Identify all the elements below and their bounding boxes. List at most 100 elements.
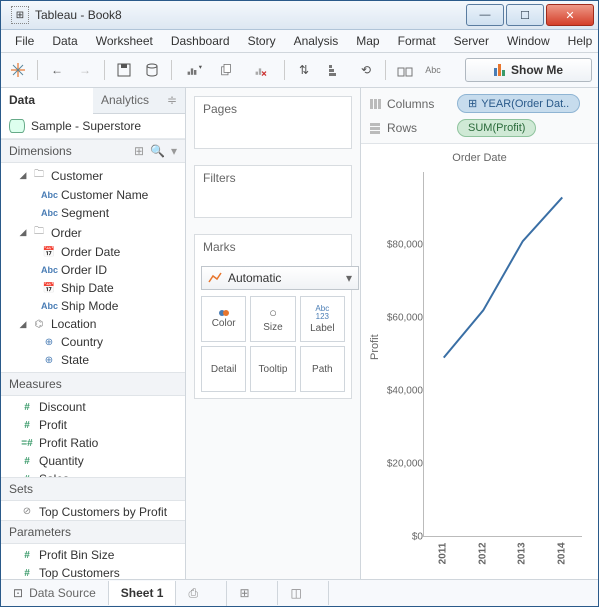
pill-year-order-date[interactable]: ⊞YEAR(Order Dat..	[457, 94, 580, 113]
field-state[interactable]: ⊕State	[1, 351, 185, 369]
folder-location[interactable]: ◢⌬Location	[1, 315, 185, 333]
maximize-button[interactable]: ☐	[506, 4, 544, 26]
field-profit-bin-size[interactable]: #Profit Bin Size	[1, 546, 185, 564]
field-customer-name[interactable]: AbcCustomer Name	[1, 186, 185, 204]
field-label: Ship Mode	[61, 299, 118, 313]
field-label: Profit Bin Size	[39, 548, 114, 562]
dropdown-icon[interactable]: ▾	[171, 144, 177, 158]
path-button[interactable]: Path	[300, 346, 345, 392]
globe-icon: ⊕	[41, 355, 57, 366]
field-label: Quantity	[39, 454, 84, 468]
field-top-customers-param[interactable]: #Top Customers	[1, 564, 185, 579]
menu-server[interactable]: Server	[446, 31, 497, 51]
detail-button[interactable]: Detail	[201, 346, 246, 392]
field-segment[interactable]: AbcSegment	[1, 204, 185, 222]
field-label: Top Customers by Profit	[39, 505, 167, 519]
new-story-icon[interactable]: ◫	[278, 581, 329, 605]
new-worksheet-icon[interactable]: ⎙	[176, 581, 227, 606]
field-profit[interactable]: #Profit	[1, 416, 185, 434]
filters-shelf[interactable]: Filters	[194, 165, 352, 218]
color-button[interactable]: Color	[201, 296, 246, 342]
pages-label: Pages	[195, 97, 351, 122]
sets-header: Sets	[1, 477, 185, 501]
field-top-customers-set[interactable]: ⊘ Top Customers by Profit	[1, 503, 185, 520]
new-dashboard-icon[interactable]: ⊞	[227, 581, 278, 605]
parameters-header: Parameters	[1, 520, 185, 544]
back-icon[interactable]: ←	[46, 59, 68, 81]
tab-datasource[interactable]: ⊡Data Source	[1, 581, 109, 605]
field-order-id[interactable]: AbcOrder ID	[1, 261, 185, 279]
new-datasource-icon[interactable]	[141, 59, 163, 81]
menu-dashboard[interactable]: Dashboard	[163, 31, 238, 51]
datasource-icon: ⊡	[13, 586, 23, 600]
menu-worksheet[interactable]: Worksheet	[88, 31, 161, 51]
columns-label: Columns	[369, 97, 449, 111]
app-icon: ⊞	[11, 6, 29, 24]
number-icon: #	[19, 568, 35, 579]
mark-label: Color	[212, 318, 236, 329]
menu-story[interactable]: Story	[240, 31, 284, 51]
menu-map[interactable]: Map	[348, 31, 387, 51]
field-sales[interactable]: #Sales	[1, 470, 185, 477]
parameters-label: Parameters	[9, 525, 71, 539]
menu-format[interactable]: Format	[390, 31, 444, 51]
separator	[104, 60, 105, 80]
toolbar: ← → ▾ ⇅ ⟲ Abc Show Me	[1, 53, 598, 88]
columns-shelf[interactable]: Columns ⊞YEAR(Order Dat..	[369, 94, 590, 113]
tab-label: Sheet 1	[121, 586, 164, 600]
tableau-logo-icon[interactable]	[7, 59, 29, 81]
field-quantity[interactable]: #Quantity	[1, 452, 185, 470]
size-button[interactable]: ○Size	[250, 296, 295, 342]
field-ship-date[interactable]: 📅Ship Date	[1, 279, 185, 297]
sort-desc-icon[interactable]: ⟲	[355, 59, 377, 81]
group-icon[interactable]	[394, 59, 416, 81]
search-icon[interactable]: 🔍	[150, 144, 165, 158]
duplicate-icon[interactable]	[214, 59, 242, 81]
pages-shelf[interactable]: Pages	[194, 96, 352, 149]
show-me-button[interactable]: Show Me	[465, 58, 592, 82]
marks-grid: Color ○Size Abc123Label Detail Tooltip P…	[201, 296, 345, 392]
labels-icon[interactable]: Abc	[422, 59, 444, 81]
menu-help[interactable]: Help	[560, 31, 599, 51]
swap-icon[interactable]: ⇅	[293, 59, 315, 81]
minimize-button[interactable]: —	[466, 4, 504, 26]
options-icon[interactable]: ⊞	[134, 144, 144, 158]
rows-shelf[interactable]: Rows SUM(Profit)	[369, 119, 590, 137]
tab-data[interactable]: Data	[1, 88, 93, 114]
menu-analysis[interactable]: Analysis	[286, 31, 347, 51]
field-country[interactable]: ⊕Country	[1, 333, 185, 351]
menu-file[interactable]: File	[7, 31, 42, 51]
expand-icon: ◢	[19, 170, 27, 181]
sort-asc-icon[interactable]	[321, 59, 349, 81]
new-worksheet-icon[interactable]: ▾	[180, 59, 208, 81]
set-icon: ⊘	[19, 506, 35, 517]
field-discount[interactable]: #Discount	[1, 398, 185, 416]
measures-tree: #Discount #Profit =#Profit Ratio #Quanti…	[1, 396, 185, 477]
chart-title: Order Date	[369, 148, 590, 168]
columns-icon	[369, 98, 381, 110]
folder-order[interactable]: ◢🗀Order	[1, 222, 185, 243]
menu-data[interactable]: Data	[44, 31, 85, 51]
tab-analytics[interactable]: Analytics≑	[93, 88, 185, 114]
menu-window[interactable]: Window	[499, 31, 558, 51]
tab-sheet1[interactable]: Sheet 1	[109, 581, 177, 605]
dimensions-header: Dimensions ⊞🔍▾	[1, 139, 185, 163]
forward-icon[interactable]: →	[74, 59, 96, 81]
plot-region	[423, 172, 582, 537]
save-icon[interactable]	[113, 59, 135, 81]
tooltip-button[interactable]: Tooltip	[250, 346, 295, 392]
field-ship-mode[interactable]: AbcShip Mode	[1, 297, 185, 315]
label-button[interactable]: Abc123Label	[300, 296, 345, 342]
clear-icon[interactable]	[248, 59, 276, 81]
field-profit-ratio[interactable]: =#Profit Ratio	[1, 434, 185, 452]
mark-type-select[interactable]: Automatic ▾	[201, 266, 359, 290]
chart-area[interactable]: Order Date Profit $0$20,000$40,000$60,00…	[369, 148, 590, 571]
datasource-row[interactable]: Sample - Superstore	[1, 114, 185, 139]
main-body: Data Analytics≑ Sample - Superstore Dime…	[1, 88, 598, 579]
pill-sum-profit[interactable]: SUM(Profit)	[457, 119, 536, 137]
hierarchy-icon: ⌬	[31, 319, 47, 330]
field-order-date[interactable]: 📅Order Date	[1, 243, 185, 261]
close-button[interactable]: ✕	[546, 4, 594, 26]
row-col-shelves: Columns ⊞YEAR(Order Dat.. Rows SUM(Profi…	[361, 88, 598, 144]
folder-customer[interactable]: ◢🗀Customer	[1, 165, 185, 186]
